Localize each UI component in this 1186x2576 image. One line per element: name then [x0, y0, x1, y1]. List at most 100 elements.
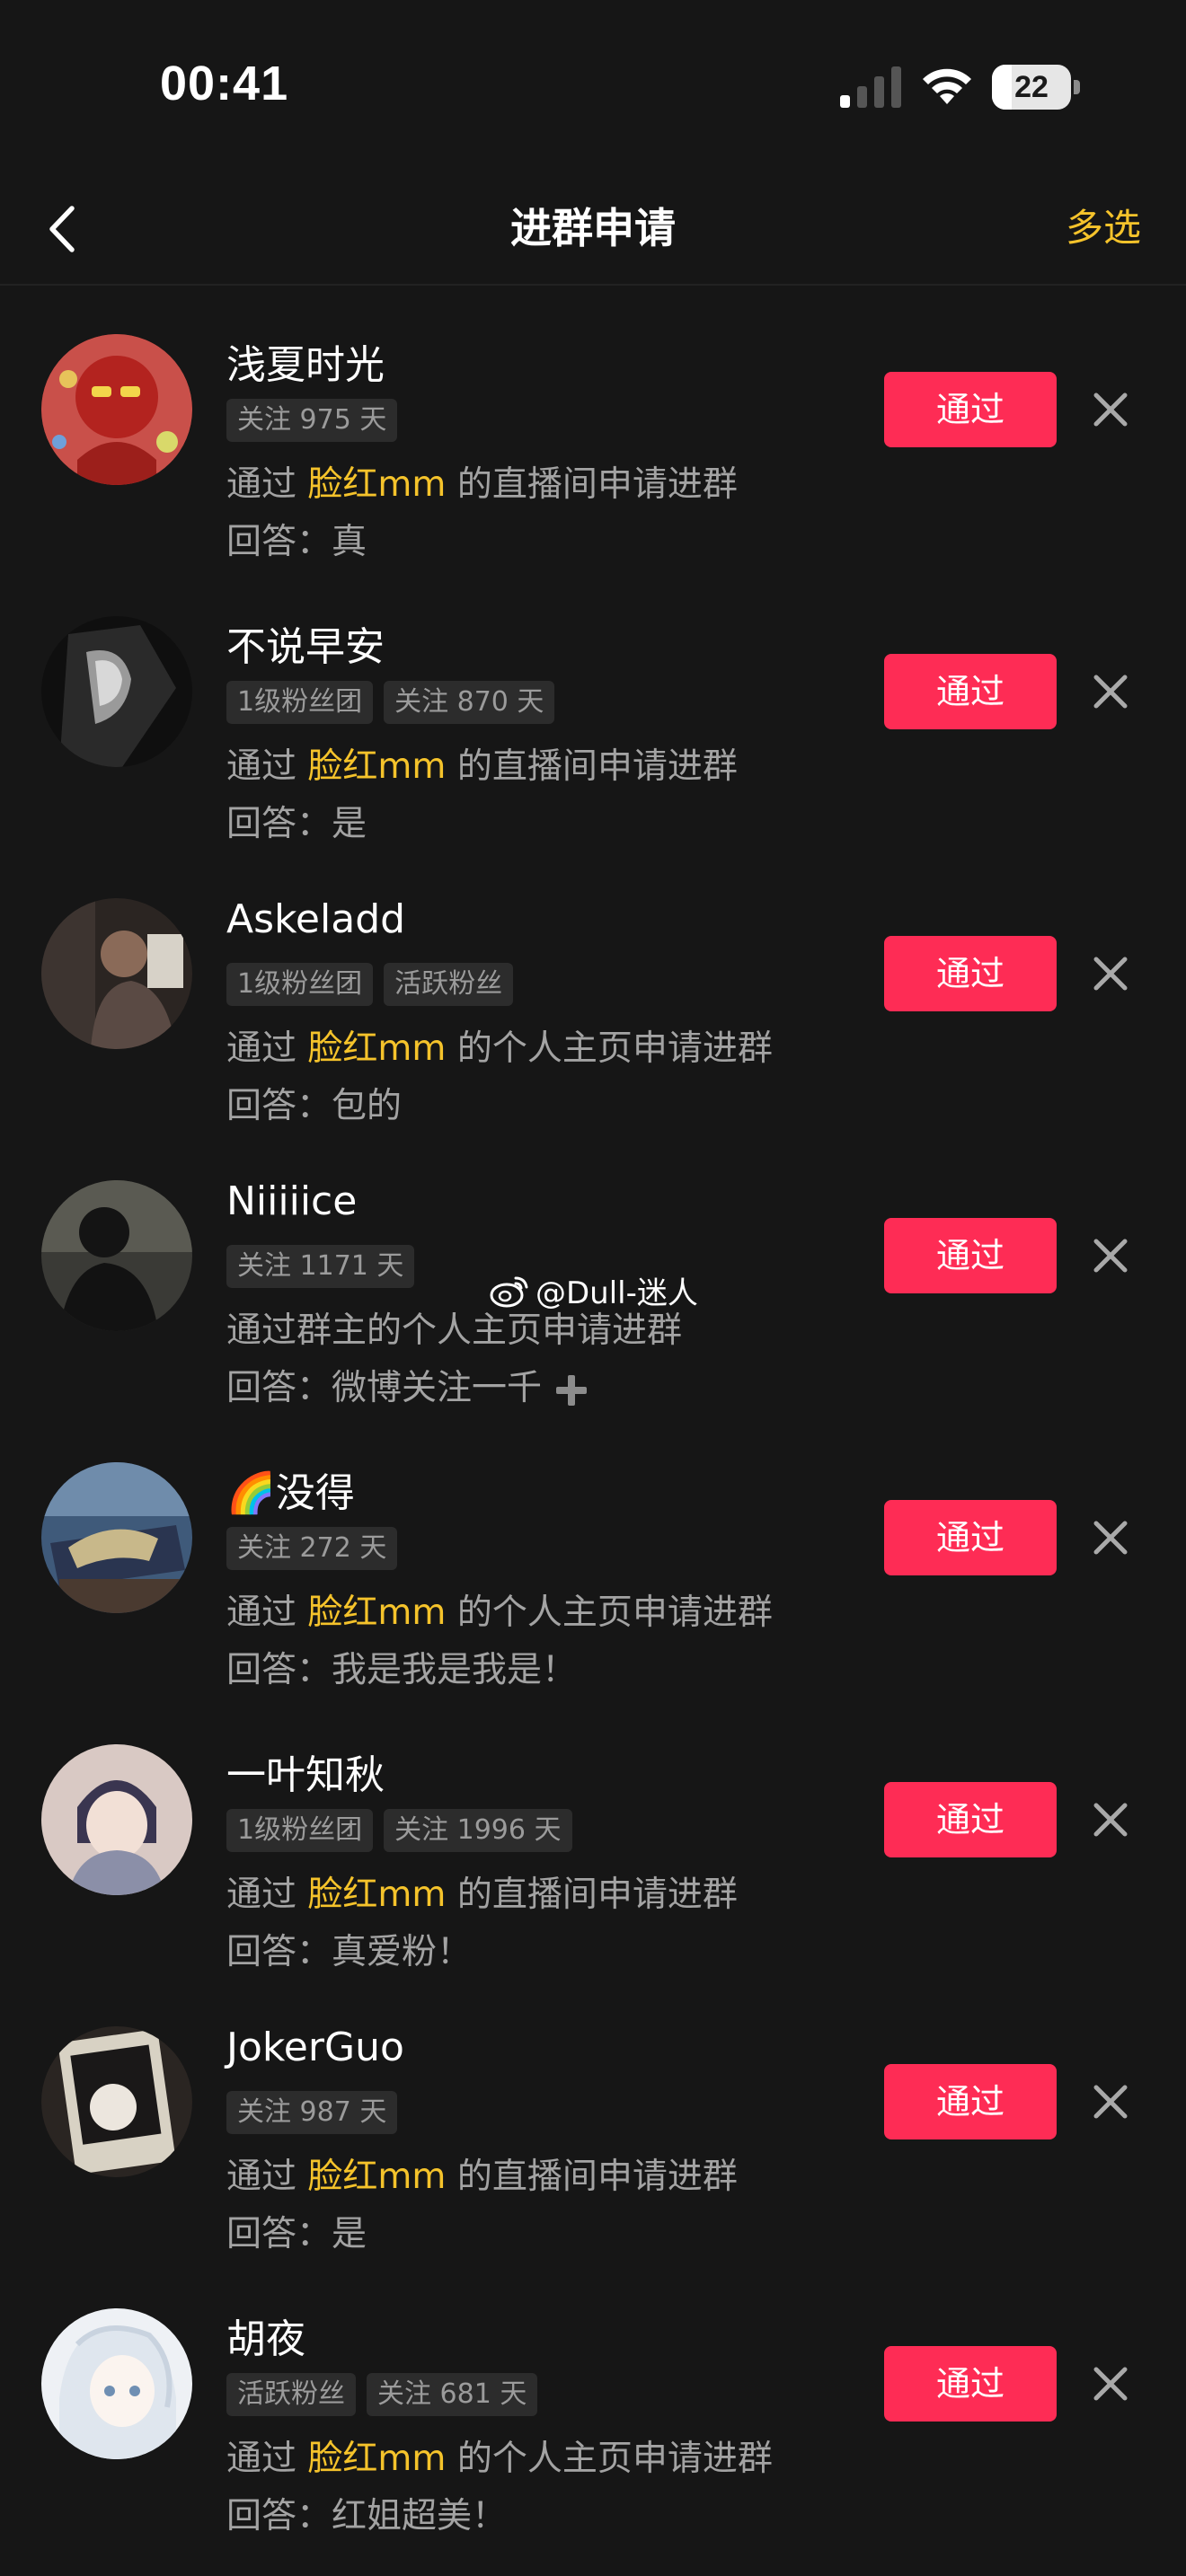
close-icon[interactable]	[1089, 388, 1132, 431]
request-item: 🌈没得 关注 272 天 通过 脸红mm 的个人主页申请进群 回答：我是我是我是…	[0, 1414, 1186, 1696]
tag-list: 关注 272 天	[226, 1527, 398, 1570]
approve-button[interactable]: 通过	[884, 936, 1057, 1011]
applicant-name: JokerGuo	[226, 2025, 404, 2070]
close-icon[interactable]	[1089, 1798, 1132, 1841]
status-time: 00:41	[160, 57, 289, 110]
answer-text: 回答：红姐超美！	[226, 2488, 507, 2538]
wifi-icon	[923, 68, 971, 104]
answer-prefix: 回答：	[226, 1368, 332, 1408]
applicant-name: Askeladd	[226, 896, 406, 942]
active-fan-tag: 活跃粉丝	[226, 2373, 356, 2416]
host-name: 脸红mm	[307, 1028, 447, 1069]
avatar[interactable]	[41, 1744, 192, 1895]
close-icon[interactable]	[1089, 670, 1132, 713]
applicant-name: 🌈没得	[226, 1470, 355, 1516]
request-source: 通过 脸红mm 的直播间申请进群	[226, 738, 738, 789]
tag-list: 关注 1171 天	[226, 1245, 415, 1288]
request-item: Askeladd 1级粉丝团 活跃粉丝 通过 脸红mm 的个人主页申请进群 回答…	[0, 850, 1186, 1132]
source-prefix: 通过	[226, 746, 297, 787]
request-item: JokerGuo 关注 987 天 通过 脸红mm 的直播间申请进群 回答：是 …	[0, 1978, 1186, 2260]
source-suffix: 的个人主页申请进群	[456, 1028, 773, 1069]
close-icon[interactable]	[1089, 2080, 1132, 2123]
source-suffix: 的个人主页申请进群	[456, 2439, 773, 2479]
answer-text: 回答：我是我是我是！	[226, 1642, 577, 1692]
answer-prefix: 回答：	[226, 522, 332, 562]
follow-days-tag: 关注 272 天	[226, 1527, 398, 1570]
approve-button[interactable]: 通过	[884, 1500, 1057, 1575]
answer-prefix: 回答：	[226, 804, 332, 844]
battery-level: 22	[1014, 70, 1049, 104]
battery-icon: 22	[992, 65, 1080, 110]
request-item: 一叶知秋 1级粉丝团 关注 1996 天 通过 脸红mm 的直播间申请进群 回答…	[0, 1696, 1186, 1978]
source-prefix: 通过	[226, 2439, 297, 2479]
request-source: 通过 脸红mm 的个人主页申请进群	[226, 1584, 773, 1635]
approve-button[interactable]: 通过	[884, 1782, 1057, 1857]
plus-icon	[556, 1374, 588, 1406]
page-title: 进群申请	[510, 204, 676, 252]
answer-prefix: 回答：	[226, 2496, 332, 2536]
approve-button[interactable]: 通过	[884, 2064, 1057, 2139]
host-name: 脸红mm	[307, 746, 447, 787]
approve-button[interactable]: 通过	[884, 2346, 1057, 2422]
applicant-name: 一叶知秋	[226, 1752, 385, 1798]
follow-days-tag: 关注 975 天	[226, 399, 398, 442]
tag-list: 1级粉丝团 活跃粉丝	[226, 963, 514, 1006]
answer-prefix: 回答：	[226, 2214, 332, 2254]
avatar[interactable]	[41, 334, 192, 485]
follow-days-tag: 关注 681 天	[367, 2373, 538, 2416]
close-icon[interactable]	[1089, 2362, 1132, 2405]
request-list: 浅夏时光 关注 975 天 通过 脸红mm 的直播间申请进群 回答：真 通过 不…	[0, 286, 1186, 2542]
request-item: 浅夏时光 关注 975 天 通过 脸红mm 的直播间申请进群 回答：真 通过	[0, 286, 1186, 568]
answer-text: 回答：真	[226, 514, 367, 564]
source-text: 通过群主的个人主页申请进群	[226, 1310, 683, 1351]
weibo-icon	[490, 1276, 528, 1307]
avatar[interactable]	[41, 2308, 192, 2459]
request-source: 通过 脸红mm 的直播间申请进群	[226, 2148, 738, 2199]
multi-select-button[interactable]: 多选	[1066, 198, 1141, 252]
answer-text: 回答：包的	[226, 1078, 402, 1128]
avatar[interactable]	[41, 898, 192, 1049]
tag-list: 1级粉丝团 关注 1996 天	[226, 1809, 572, 1852]
follow-days-tag: 关注 1171 天	[226, 1245, 415, 1288]
answer-value: 是	[332, 804, 367, 844]
host-name: 脸红mm	[307, 1592, 447, 1633]
answer-prefix: 回答：	[226, 1932, 332, 1972]
fan-club-tag: 1级粉丝团	[226, 963, 374, 1006]
host-name: 脸红mm	[307, 2157, 447, 2197]
tag-list: 活跃粉丝 关注 681 天	[226, 2373, 538, 2416]
active-fan-tag: 活跃粉丝	[384, 963, 514, 1006]
status-bar: 00:41 22	[0, 0, 1186, 171]
host-name: 脸红mm	[307, 464, 447, 505]
answer-text: 回答：是	[226, 2206, 367, 2256]
approve-button[interactable]: 通过	[884, 1218, 1057, 1293]
follow-days-tag: 关注 870 天	[384, 681, 555, 724]
close-icon[interactable]	[1089, 1516, 1132, 1559]
avatar[interactable]	[41, 2026, 192, 2177]
source-prefix: 通过	[226, 1592, 297, 1633]
source-prefix: 通过	[226, 464, 297, 505]
nav-bar: 进群申请 多选	[0, 171, 1186, 286]
avatar[interactable]	[41, 1462, 192, 1613]
approve-button[interactable]: 通过	[884, 372, 1057, 447]
source-suffix: 的直播间申请进群	[456, 1875, 738, 1915]
request-source: 通过 脸红mm 的直播间申请进群	[226, 456, 738, 507]
avatar[interactable]	[41, 616, 192, 767]
request-source: 通过 脸红mm 的直播间申请进群	[226, 1866, 738, 1917]
close-icon[interactable]	[1089, 1234, 1132, 1277]
request-item: 不说早安 1级粉丝团 关注 870 天 通过 脸红mm 的直播间申请进群 回答：…	[0, 568, 1186, 850]
fan-club-tag: 1级粉丝团	[226, 681, 374, 724]
source-suffix: 的直播间申请进群	[456, 2157, 738, 2197]
watermark: @Dull-迷人	[489, 1268, 698, 1312]
answer-text: 回答：微博关注一千	[226, 1360, 590, 1410]
avatar[interactable]	[41, 1180, 192, 1331]
tag-list: 1级粉丝团 关注 870 天	[226, 681, 555, 724]
fan-club-tag: 1级粉丝团	[226, 1809, 374, 1852]
applicant-name: Niiiiice	[226, 1178, 358, 1224]
close-icon[interactable]	[1089, 952, 1132, 995]
follow-days-tag: 关注 987 天	[226, 2091, 398, 2134]
approve-button[interactable]: 通过	[884, 654, 1057, 729]
applicant-name: 浅夏时光	[226, 342, 385, 388]
answer-value: 真	[332, 522, 367, 562]
source-suffix: 的直播间申请进群	[456, 464, 738, 505]
request-source: 通过 脸红mm 的个人主页申请进群	[226, 1020, 773, 1071]
